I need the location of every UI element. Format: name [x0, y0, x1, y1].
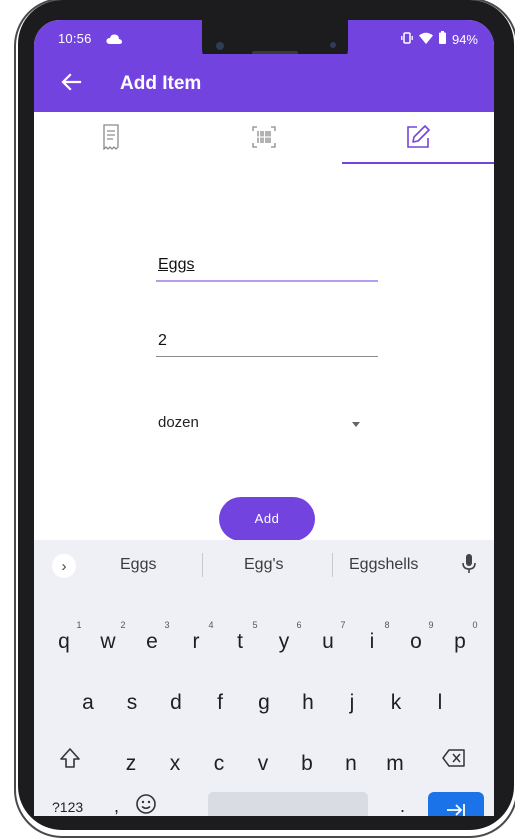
- tab-arrow-icon: [446, 803, 466, 817]
- tab-barcode-scan[interactable]: [187, 112, 340, 166]
- keyboard: › Eggs Egg's Eggshells q w e r t y u i o…: [34, 540, 494, 816]
- key-l[interactable]: l: [423, 691, 457, 715]
- key-u[interactable]: u: [311, 630, 345, 654]
- key-p[interactable]: p: [443, 630, 477, 654]
- key-j[interactable]: j: [335, 691, 369, 715]
- chevron-right-icon[interactable]: ›: [52, 554, 76, 578]
- key-e[interactable]: e: [135, 630, 169, 654]
- key-m[interactable]: m: [378, 752, 412, 776]
- key-hint: 1: [76, 620, 82, 630]
- unit-select[interactable]: dozen: [158, 414, 199, 431]
- vibrate-icon: [401, 31, 413, 47]
- key-k[interactable]: k: [379, 691, 413, 715]
- symbols-key[interactable]: ?123: [52, 799, 83, 815]
- key-i[interactable]: i: [355, 630, 389, 654]
- item-name-field[interactable]: Eggs: [156, 254, 378, 282]
- suggestion-divider: [332, 553, 333, 577]
- enter-key[interactable]: [428, 792, 484, 816]
- key-o[interactable]: o: [399, 630, 433, 654]
- selected-tab-indicator: [342, 162, 494, 164]
- quantity-field[interactable]: 2: [156, 330, 378, 357]
- tab-edit[interactable]: [341, 112, 494, 166]
- key-a[interactable]: a: [71, 691, 105, 715]
- page-title: Add Item: [120, 73, 202, 94]
- screen: 10:56 94% Add Item Eggs 2 dozen Add › Eg…: [34, 20, 494, 816]
- suggestion-divider: [202, 553, 203, 577]
- add-item-form: Eggs 2 dozen Add: [34, 166, 494, 566]
- key-r[interactable]: r: [179, 630, 213, 654]
- key-s[interactable]: s: [115, 691, 149, 715]
- suggestion-1[interactable]: Eggs: [120, 556, 156, 574]
- key-g[interactable]: g: [247, 691, 281, 715]
- quantity-value: 2: [158, 332, 167, 349]
- key-h[interactable]: h: [291, 691, 325, 715]
- add-button[interactable]: Add: [219, 497, 315, 541]
- battery-percent: 94%: [451, 31, 478, 47]
- barcode-scan-icon: [251, 125, 276, 153]
- key-c[interactable]: c: [202, 752, 236, 776]
- key-q[interactable]: q: [47, 630, 81, 654]
- key-n[interactable]: n: [334, 752, 368, 776]
- dropdown-arrow-icon[interactable]: [352, 422, 360, 427]
- key-y[interactable]: y: [267, 630, 301, 654]
- period-key[interactable]: .: [400, 796, 405, 816]
- key-hint: 4: [208, 620, 214, 630]
- suggestion-bar: › Eggs Egg's Eggshells: [34, 540, 494, 590]
- key-hint: 2: [120, 620, 126, 630]
- emoji-icon[interactable]: [134, 792, 158, 816]
- status-bar: 10:56 94%: [34, 20, 494, 74]
- battery-icon: [438, 31, 446, 47]
- key-hint: 3: [164, 620, 170, 630]
- wifi-icon: [418, 32, 433, 47]
- tab-bar: [34, 112, 494, 166]
- key-hint: 5: [252, 620, 258, 630]
- space-key[interactable]: [208, 792, 368, 816]
- key-w[interactable]: w: [91, 630, 125, 654]
- front-camera: [216, 42, 224, 50]
- cloud-icon: [106, 32, 122, 47]
- key-hint: 8: [384, 620, 390, 630]
- backspace-icon[interactable]: [442, 748, 466, 768]
- receipt-icon: [101, 123, 121, 155]
- key-b[interactable]: b: [290, 752, 324, 776]
- comma-key[interactable]: ,: [114, 796, 119, 816]
- status-icons: 94%: [401, 31, 478, 47]
- key-v[interactable]: v: [246, 752, 280, 776]
- suggestion-3[interactable]: Eggshells: [349, 556, 418, 574]
- sensor: [330, 42, 336, 48]
- microphone-icon[interactable]: [462, 554, 476, 579]
- item-name-value: Eggs: [158, 256, 195, 273]
- status-time: 10:56: [58, 31, 92, 46]
- tab-receipt[interactable]: [34, 112, 187, 166]
- key-hint: 7: [340, 620, 346, 630]
- key-t[interactable]: t: [223, 630, 257, 654]
- edit-icon: [405, 124, 431, 155]
- key-hint: 9: [428, 620, 434, 630]
- key-z[interactable]: z: [114, 752, 148, 776]
- key-hint: 6: [296, 620, 302, 630]
- app-bar: Add Item: [34, 54, 494, 112]
- key-f[interactable]: f: [203, 691, 237, 715]
- key-d[interactable]: d: [159, 691, 193, 715]
- arrow-left-icon[interactable]: [60, 71, 82, 93]
- shift-icon[interactable]: [58, 746, 82, 770]
- key-x[interactable]: x: [158, 752, 192, 776]
- suggestion-2[interactable]: Egg's: [244, 556, 284, 574]
- key-hint: 0: [472, 620, 478, 630]
